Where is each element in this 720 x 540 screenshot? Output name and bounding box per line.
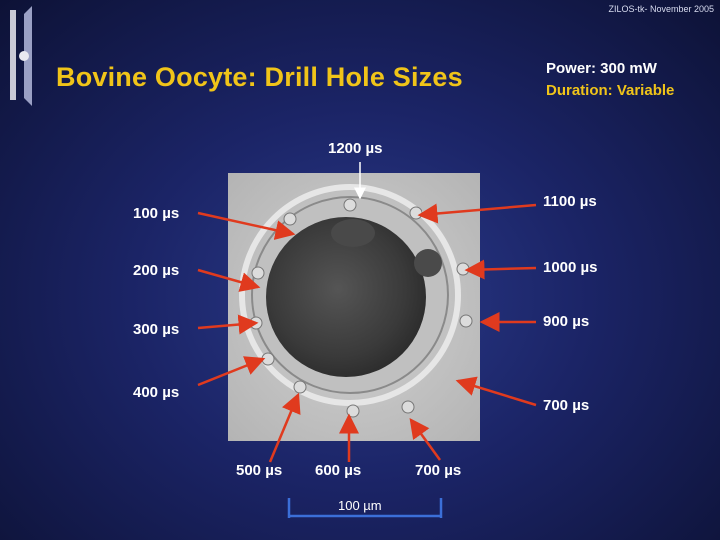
label-400: 400 µs [133,384,180,401]
scale-bar-label: 100 µm [338,498,382,513]
label-700-bottom: 700 µs [415,462,462,479]
label-700-right: 700 µs [543,397,590,414]
label-1100: 1100 µs [543,193,597,210]
label-300: 300 µs [133,321,180,338]
label-500: 500 µs [236,462,283,479]
arrow-700-right [455,376,537,407]
arrow-500 [268,392,301,463]
label-100: 100 µs [133,205,180,222]
label-200: 200 µs [133,262,180,279]
arrow-100 [197,211,296,240]
label-1000: 1000 µs [543,259,598,276]
arrow-300 [197,314,259,335]
label-900: 900 µs [543,313,590,330]
label-1200: 1200 µs [328,140,383,157]
arrow-700-bottom [409,417,442,461]
label-600: 600 µs [315,462,362,479]
arrow-400 [197,356,266,387]
arrow-overlay [197,162,537,518]
arrow-1100 [417,203,537,224]
arrow-1000 [464,259,537,280]
arrow-200 [197,268,261,292]
